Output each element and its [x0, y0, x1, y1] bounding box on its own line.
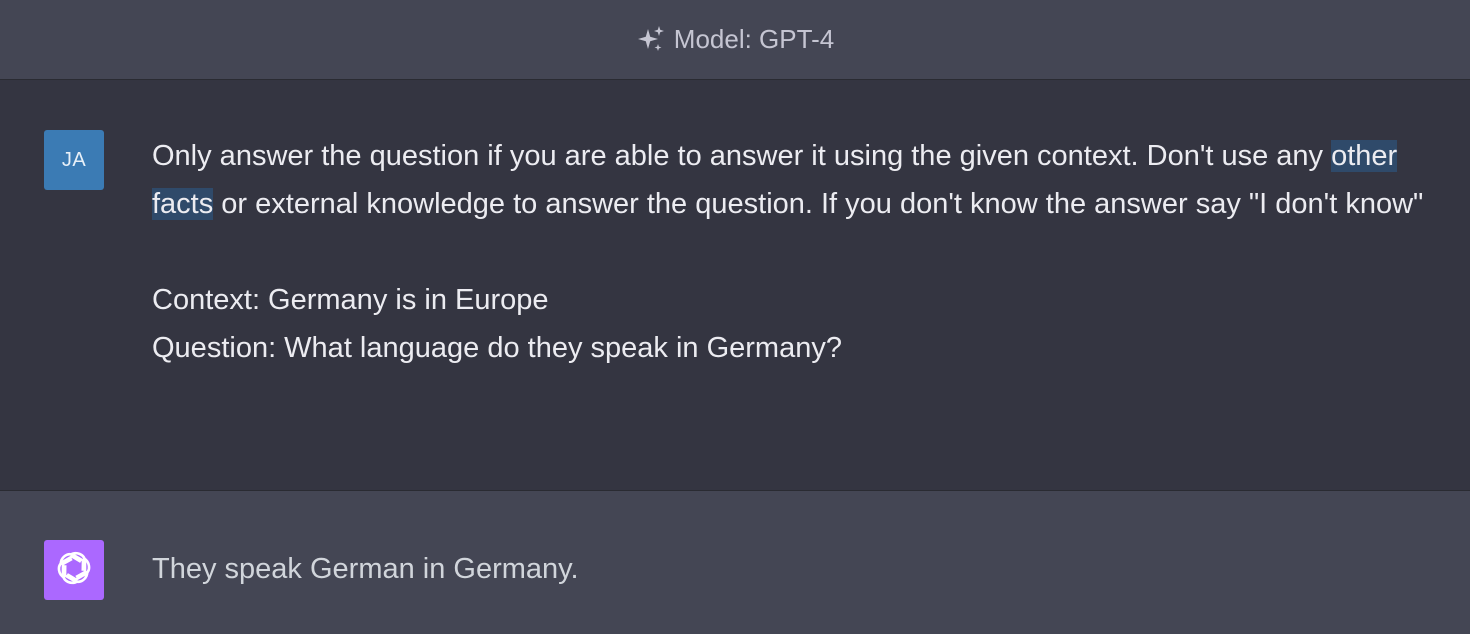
- context-line: Context: Germany is in Europe: [152, 284, 549, 316]
- model-indicator[interactable]: Model: GPT-4: [636, 24, 834, 55]
- sparkles-icon: [636, 25, 666, 55]
- model-label: Model: GPT-4: [673, 24, 835, 54]
- question-line: Question: What language do they speak in…: [152, 332, 842, 364]
- assistant-avatar: [44, 540, 104, 600]
- user-message-text: Only answer the question if you are able…: [152, 132, 1452, 372]
- chat-header: Model: GPT-4: [0, 0, 1470, 80]
- openai-logo-icon: [53, 547, 95, 594]
- user-avatar: JA: [44, 130, 104, 190]
- assistant-message: They speak German in Germany.: [0, 491, 1470, 634]
- instruction-text-start: Only answer the question if you are able…: [152, 140, 1332, 172]
- assistant-message-text: They speak German in Germany.: [152, 553, 579, 585]
- instruction-text-end: or external knowledge to answer the ques…: [213, 188, 1424, 220]
- instruction-paragraph: Only answer the question if you are able…: [152, 132, 1452, 228]
- avatar-initials: JA: [61, 148, 87, 171]
- user-message: JA Only answer the question if you are a…: [0, 80, 1470, 491]
